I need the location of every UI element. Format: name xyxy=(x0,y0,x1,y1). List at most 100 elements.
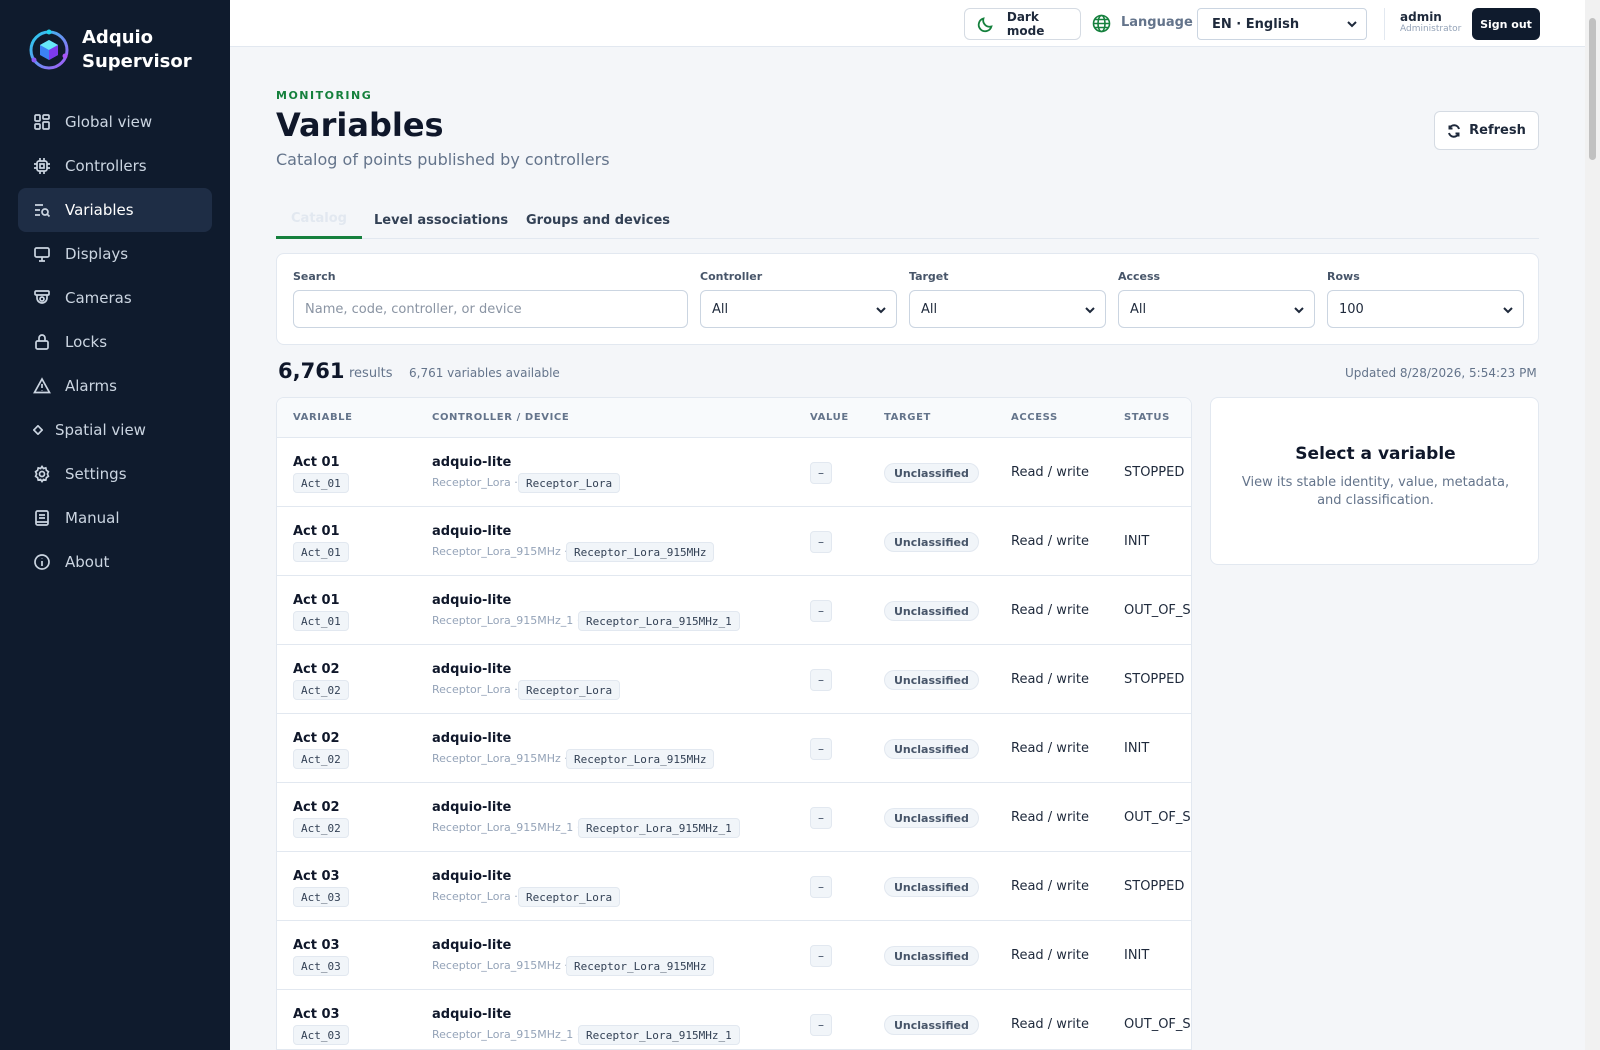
sidebar-item-alarms[interactable]: Alarms xyxy=(18,364,212,408)
status-cell: INIT xyxy=(1124,534,1150,549)
status-cell: STOPPED xyxy=(1124,465,1185,480)
controller-select[interactable]: All xyxy=(700,290,897,328)
tab-level-associations[interactable]: Level associations xyxy=(359,201,523,239)
controller-name: adquio-lite xyxy=(432,455,512,470)
table-row[interactable]: Act 02 Act_02 adquio-lite Receptor_Lora_915… xyxy=(277,783,1191,852)
table-row[interactable]: Act 02 Act_02 adquio-lite Receptor_Lora · Re… xyxy=(277,645,1191,714)
value-cell: – xyxy=(810,1014,832,1036)
table-row[interactable]: Act 03 Act_03 adquio-lite Receptor_Lora_915… xyxy=(277,990,1191,1049)
lock-icon xyxy=(33,333,51,351)
brand[interactable]: Adquio Supervisor xyxy=(28,26,192,74)
variable-code: Act_02 xyxy=(293,818,349,838)
sidebar-item-label: Alarms xyxy=(65,377,117,395)
page-subtitle: Catalog of points published by controlle… xyxy=(276,150,610,169)
sidebar-item-settings[interactable]: Settings xyxy=(18,452,212,496)
sidebar-item-about[interactable]: About xyxy=(18,540,212,584)
scrollbar-thumb[interactable] xyxy=(1589,18,1596,160)
variable-code: Act_02 xyxy=(293,680,349,700)
device-chip: Receptor_Lora_915MHz_1 xyxy=(578,818,740,838)
sidebar-item-manual[interactable]: Manual xyxy=(18,496,212,540)
info-icon xyxy=(33,553,51,571)
list-search-icon xyxy=(33,201,51,219)
value-cell: – xyxy=(810,876,832,898)
table-row[interactable]: Act 01 Act_01 adquio-lite Receptor_Lora_915… xyxy=(277,507,1191,576)
language-label: Language xyxy=(1121,15,1193,30)
dark-mode-label: Dark mode xyxy=(1006,10,1045,38)
results-count: 6,761 xyxy=(278,359,345,383)
tabs: Catalog Level associations Groups and de… xyxy=(276,201,1539,239)
sidebar-item-locks[interactable]: Locks xyxy=(18,320,212,364)
target-label: Target xyxy=(909,270,949,283)
column-header-value[interactable]: VALUE xyxy=(810,412,849,423)
divider xyxy=(1384,8,1385,40)
table-row[interactable]: Act 01 Act_01 adquio-lite Receptor_Lora_915… xyxy=(277,576,1191,645)
controller-label: Controller xyxy=(700,270,763,283)
device-chip: Receptor_Lora_915MHz xyxy=(566,542,715,562)
sidebar: Adquio Supervisor Global view Controller… xyxy=(0,0,230,1050)
variable-code: Act_02 xyxy=(293,749,349,769)
device-chip: Receptor_Lora xyxy=(518,680,621,700)
table-row[interactable]: Act 01 Act_01 adquio-lite Receptor_Lora · Re… xyxy=(277,438,1191,507)
controller-value: All xyxy=(712,301,729,317)
column-header-access[interactable]: ACCESS xyxy=(1011,412,1058,423)
chevron-down-icon xyxy=(1503,307,1513,314)
variable-name: Act 03 xyxy=(293,1007,340,1022)
sidebar-item-controllers[interactable]: Controllers xyxy=(18,144,212,188)
target-select[interactable]: All xyxy=(909,290,1106,328)
chevron-down-icon xyxy=(876,307,886,314)
target-badge: Unclassified xyxy=(884,808,979,828)
target-badge: Unclassified xyxy=(884,1015,979,1035)
variable-name: Act 01 xyxy=(293,524,340,539)
access-label: Access xyxy=(1118,270,1161,283)
sidebar-item-label: Cameras xyxy=(65,289,132,307)
adquio-cube-logo xyxy=(29,29,69,70)
tab-catalog[interactable]: Catalog xyxy=(276,201,362,239)
brand-line-2: Supervisor xyxy=(82,51,192,72)
variable-code: Act_03 xyxy=(293,887,349,907)
column-header-status[interactable]: STATUS xyxy=(1124,412,1170,423)
value-cell: – xyxy=(810,807,832,829)
status-cell: INIT xyxy=(1124,741,1150,756)
results-count-label: results xyxy=(349,366,393,381)
sidebar-item-global-view[interactable]: Global view xyxy=(18,100,212,144)
refresh-button[interactable]: Refresh xyxy=(1434,111,1539,150)
column-header-target[interactable]: TARGET xyxy=(884,412,931,423)
target-badge: Unclassified xyxy=(884,532,979,552)
device-path: Receptor_Lora_915MHz_1 · xyxy=(432,1028,581,1041)
value-cell: – xyxy=(810,462,832,484)
device-chip: Receptor_Lora_915MHz_1 xyxy=(578,611,740,631)
user-name: admin xyxy=(1400,10,1442,24)
access-cell: Read / write xyxy=(1011,672,1089,687)
target-badge: Unclassified xyxy=(884,739,979,759)
rows-value: 100 xyxy=(1339,301,1364,317)
column-header-variable[interactable]: VARIABLE xyxy=(293,412,353,423)
variable-detail-panel: Select a variable View its stable identi… xyxy=(1210,397,1539,565)
dark-mode-button[interactable]: Dark mode xyxy=(964,8,1081,40)
sign-out-button[interactable]: Sign out xyxy=(1472,8,1540,40)
sidebar-item-spatial-view[interactable]: Spatial view xyxy=(18,408,212,452)
table-row[interactable]: Act 03 Act_03 adquio-lite Receptor_Lora · Re… xyxy=(277,852,1191,921)
target-badge: Unclassified xyxy=(884,877,979,897)
language-select[interactable]: EN · English xyxy=(1197,8,1367,40)
variables-table: VARIABLE CONTROLLER / DEVICE VALUE TARGE… xyxy=(276,397,1192,1050)
rows-select[interactable]: 100 xyxy=(1327,290,1524,328)
table-row[interactable]: Act 02 Act_02 adquio-lite Receptor_Lora_915… xyxy=(277,714,1191,783)
search-input[interactable]: Name, code, controller, or device xyxy=(293,290,688,328)
section-eyebrow: MONITORING xyxy=(276,89,373,102)
sidebar-item-variables[interactable]: Variables xyxy=(18,188,212,232)
access-select[interactable]: All xyxy=(1118,290,1315,328)
column-header-controller-device[interactable]: CONTROLLER / DEVICE xyxy=(432,412,569,423)
variables-available: 6,761 variables available xyxy=(409,366,560,380)
sidebar-item-displays[interactable]: Displays xyxy=(18,232,212,276)
tab-groups-and-devices[interactable]: Groups and devices xyxy=(511,201,685,239)
sidebar-item-label: Displays xyxy=(65,245,129,263)
device-path: Receptor_Lora_915MHz · xyxy=(432,752,568,765)
camera-icon xyxy=(33,289,51,307)
sidebar-item-label: Settings xyxy=(65,465,127,483)
access-cell: Read / write xyxy=(1011,534,1089,549)
sidebar-item-cameras[interactable]: Cameras xyxy=(18,276,212,320)
table-row[interactable]: Act 03 Act_03 adquio-lite Receptor_Lora_915… xyxy=(277,921,1191,990)
search-label: Search xyxy=(293,270,336,283)
controller-name: adquio-lite xyxy=(432,938,512,953)
page-scrollbar[interactable] xyxy=(1585,0,1600,1050)
